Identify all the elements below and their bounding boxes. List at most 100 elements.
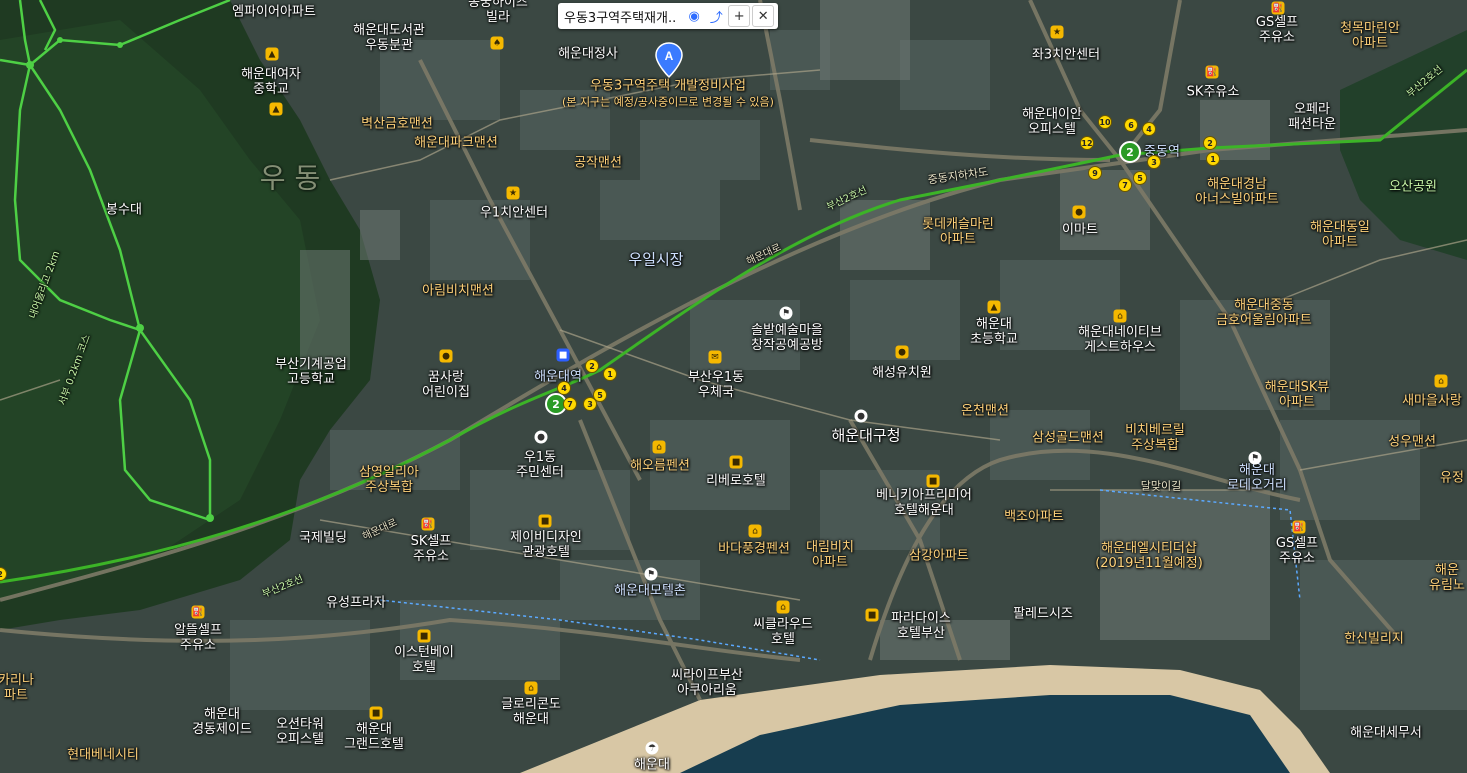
exit-marker[interactable]: 2	[585, 359, 599, 373]
label-haeundae-elem[interactable]: 해운대 초등학교	[970, 317, 1018, 347]
house-icon[interactable]: ⌂	[1113, 309, 1127, 323]
house-icon[interactable]: ⌂	[524, 681, 538, 695]
label-u1dong-center[interactable]: 우1동 주민센터	[516, 450, 564, 480]
label-solbat[interactable]: 솔밭예술마을 창작공예공방	[751, 323, 823, 353]
label-sea-life[interactable]: 씨라이프부산 아쿠아리움	[671, 668, 743, 698]
label-yuseong[interactable]: 유성프라자	[326, 596, 386, 611]
label-gu-office[interactable]: 해운대구청	[831, 428, 900, 444]
exit-marker[interactable]: 9	[1088, 166, 1102, 180]
label-rodeo-street[interactable]: 해운대 로데오거리	[1227, 463, 1287, 493]
exit-marker[interactable]: 3	[1147, 155, 1161, 169]
label-gs-self-1[interactable]: GS셀프 주유소	[1256, 15, 1298, 45]
label-venetia[interactable]: 베니키아프리미어 호텔해운대	[876, 488, 972, 518]
label-grand-hotel[interactable]: 해운대 그랜드호텔	[344, 722, 404, 752]
school-icon[interactable]: ▲	[265, 47, 279, 61]
exit-marker[interactable]: 4	[1142, 122, 1156, 136]
label-temple[interactable]: 해운대정사	[558, 47, 618, 62]
label-ocean-tower[interactable]: 오션타워 오피스텔	[276, 717, 324, 747]
flag-icon[interactable]: ⚑	[779, 306, 793, 320]
label-riviera[interactable]: 리베로호텔	[706, 474, 766, 489]
label-girls-ms[interactable]: 해운대여자 중학교	[241, 67, 301, 97]
label-beach[interactable]: 해운대	[634, 758, 670, 773]
flag-icon[interactable]: ⚑	[644, 567, 658, 581]
label-opera[interactable]: 오페라 패션타운	[1288, 102, 1336, 132]
label-glory-condo[interactable]: 글로리콘도 해운대	[501, 697, 561, 727]
label-elcity[interactable]: 해운대엘시티더샵 (2019년11월예정)	[1095, 541, 1203, 571]
label-native-gh[interactable]: 해운대네이티브 게스트하우스	[1078, 325, 1162, 355]
exit-marker[interactable]: 2	[1203, 136, 1217, 150]
exit-marker[interactable]: 6	[1124, 118, 1138, 132]
label-gyeongdong[interactable]: 해운대 경동제이드	[192, 707, 252, 737]
house-icon[interactable]: ⌂	[652, 440, 666, 454]
directions-icon[interactable]: ⤴	[706, 6, 726, 26]
hotel-icon[interactable]: ■	[417, 629, 431, 643]
exit-marker[interactable]: 1	[603, 367, 617, 381]
label-seongwoo[interactable]: 성우맨션	[1388, 435, 1436, 450]
school-icon[interactable]: ▲	[987, 300, 1001, 314]
label-bongsudae[interactable]: 봉수대	[106, 203, 142, 218]
label-samyoung[interactable]: 삼영일리아 주상복합	[359, 465, 419, 495]
police-icon[interactable]: ★	[506, 186, 520, 200]
gas-station-icon[interactable]: ⛽	[191, 605, 205, 619]
label-u1-center[interactable]: 우1치안센터	[480, 206, 548, 221]
satellite-map[interactable]: 우동3구역주택재개.. ◉ ⤴ + ✕ A 우동3구역주택 개발정비사업 (본 …	[0, 0, 1467, 773]
gas-station-icon[interactable]: ⛽	[1205, 65, 1219, 79]
office-icon[interactable]: ●	[534, 430, 548, 444]
label-dalim-beach[interactable]: 대림비치 아파트	[806, 540, 854, 570]
pin-icon[interactable]: ◉	[684, 6, 704, 26]
exit-marker[interactable]: 1	[1206, 152, 1220, 166]
exit-marker[interactable]: 7	[1118, 178, 1132, 192]
label-eastern-bay[interactable]: 이스턴베이 호텔	[394, 645, 454, 675]
popup-title[interactable]: 우동3구역주택재개..	[564, 7, 676, 26]
exit-marker[interactable]: 5	[1133, 171, 1147, 185]
label-library[interactable]: 해운대도서관 우동분관	[353, 23, 425, 53]
gas-station-icon[interactable]: ⛽	[1271, 1, 1285, 15]
kindergarten-icon[interactable]: ●	[895, 345, 909, 359]
label-sk-self[interactable]: SK셀프 주유소	[411, 534, 452, 564]
label-jungdong-olympic[interactable]: 해운대중동 금호어울림아파트	[1216, 298, 1312, 328]
label-paradise[interactable]: 파라다이스 호텔부산	[891, 611, 951, 641]
house-icon[interactable]: ⌂	[776, 600, 790, 614]
label-yurim[interactable]: 해운 유림노	[1429, 563, 1465, 593]
gas-station-icon[interactable]: ⛽	[421, 517, 435, 531]
label-bichi-berrill[interactable]: 비치베르릴 주상복합	[1125, 423, 1185, 453]
temple-icon[interactable]: ♠	[490, 36, 504, 50]
label-sk-oil[interactable]: SK주유소	[1187, 85, 1240, 100]
kindergarten-icon[interactable]: ●	[439, 349, 453, 363]
hotel-icon[interactable]: ■	[369, 706, 383, 720]
hotel-icon[interactable]: ■	[926, 474, 940, 488]
shopping-cart-icon[interactable]: ●	[1072, 205, 1086, 219]
flag-icon[interactable]: ⚑	[1248, 451, 1262, 465]
label-gukje[interactable]: 국제빌딩	[299, 531, 347, 546]
label-ian-officetel[interactable]: 해운대이안 오피스텔	[1022, 107, 1082, 137]
label-uil-market[interactable]: 우일시장	[628, 252, 683, 268]
close-button[interactable]: ✕	[752, 5, 775, 27]
label-samgang[interactable]: 삼강아파트	[909, 549, 969, 564]
label-karina[interactable]: 카리나 파트	[0, 673, 34, 703]
label-byeoksan[interactable]: 벽산금호맨션	[361, 117, 433, 132]
exit-marker[interactable]: 5	[593, 388, 607, 402]
label-baekjo[interactable]: 백조아파트	[1004, 510, 1064, 525]
label-tax-office[interactable]: 해운대세무서	[1350, 726, 1422, 741]
label-dream-kinder[interactable]: 꿈사랑 어린이집	[422, 370, 470, 400]
label-mech-hs[interactable]: 부산기계공업 고등학교	[275, 357, 347, 387]
label-batapung[interactable]: 바다풍경펜션	[718, 542, 790, 557]
hotel-icon[interactable]: ■	[729, 455, 743, 469]
label-jaseo3[interactable]: 좌3치안센터	[1032, 48, 1100, 63]
label-cloud-hotel[interactable]: 씨클라우드 호텔	[753, 617, 813, 647]
label-onchun[interactable]: 온천맨션	[961, 404, 1009, 419]
location-marker-icon[interactable]: A	[654, 42, 684, 78]
label-emart[interactable]: 이마트	[1062, 223, 1098, 238]
label-haeoreum[interactable]: 해오름펜션	[630, 459, 690, 474]
house-icon[interactable]: ⌂	[1434, 374, 1448, 388]
hotel-icon[interactable]: ■	[865, 608, 879, 622]
label-osan-park[interactable]: 오산공원	[1389, 180, 1437, 195]
label-dongil[interactable]: 해운대동일 아파트	[1310, 220, 1370, 250]
label-blue-marina[interactable]: 청목마린안 아파트	[1340, 21, 1400, 51]
house-icon[interactable]: ⌂	[748, 524, 762, 538]
zoom-in-button[interactable]: +	[728, 5, 751, 27]
exit-marker[interactable]: 4	[557, 381, 571, 395]
hotel-icon[interactable]: ■	[538, 514, 552, 528]
government-icon[interactable]: ●	[854, 409, 868, 423]
label-gs-self-2[interactable]: GS셀프 주유소	[1276, 536, 1318, 566]
